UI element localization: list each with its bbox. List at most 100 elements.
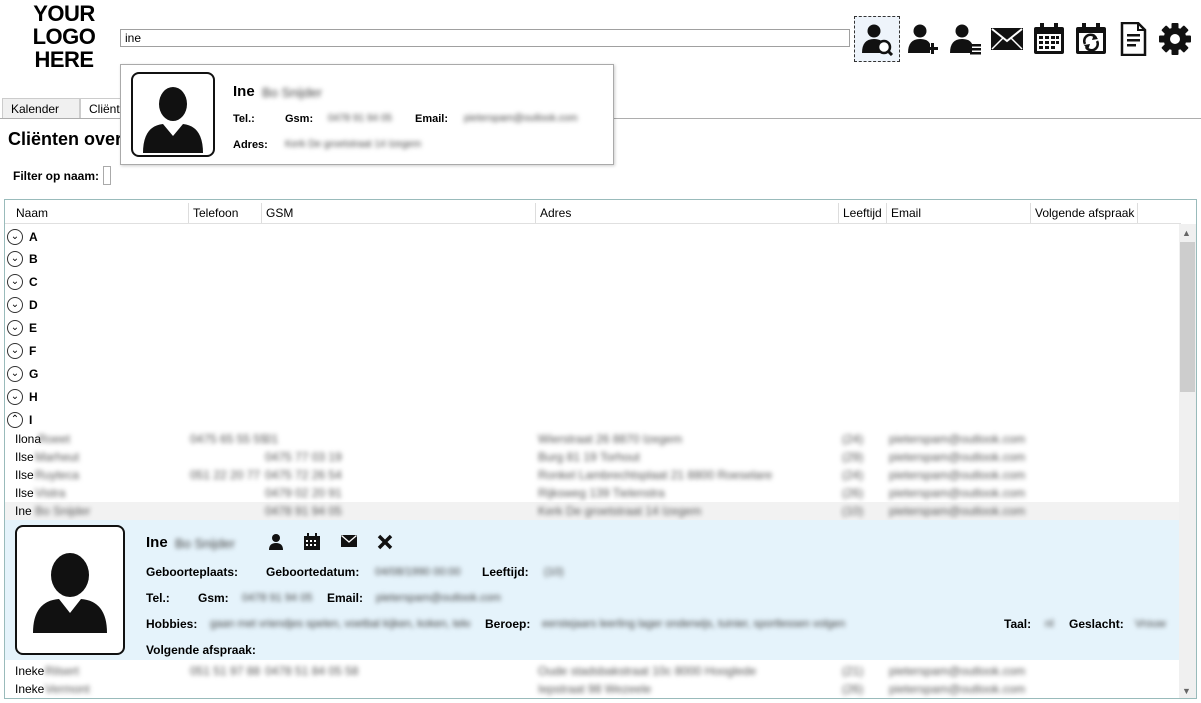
tab-kalender-label: Kalender	[11, 102, 60, 116]
column-email[interactable]: Email	[887, 203, 1031, 223]
cell-first-name: Ineke	[15, 682, 45, 696]
calendar-button[interactable]	[1026, 16, 1072, 62]
table-row[interactable]: Ilona Roeet 0475 65 55 55 01 Wierstraat …	[5, 430, 1181, 448]
label-beroep: Beroep:	[485, 617, 531, 631]
cell-adres: Burg 81 19 Torhout	[538, 450, 640, 464]
popup-last-name: Bo Snijder	[262, 85, 322, 100]
group-letter: D	[29, 298, 38, 312]
cell-last-name: Marheut	[35, 450, 80, 464]
calendar-sync-icon	[1076, 23, 1106, 54]
value-leeftijd: (10)	[544, 566, 564, 578]
label-geboortedatum: Geboortedatum:	[266, 565, 360, 579]
person-icon	[33, 553, 107, 633]
cell-gsm: 0475 72 26 54	[265, 468, 342, 482]
scroll-down-icon[interactable]: ▼	[1182, 686, 1191, 696]
table-row[interactable]: Ineke Vermont Iepstraat 98 Wezeele (26) …	[5, 680, 1181, 698]
group-letter: H	[29, 390, 38, 404]
group-letter: I	[29, 413, 33, 427]
cell-first-name: Ilse	[15, 450, 34, 464]
cell-adres: Ronkel Lambrechtsplaat 21 8800 Roeselare	[538, 468, 773, 482]
value-gsm: 0478 91 94 05	[242, 592, 313, 604]
column-leeftijd[interactable]: Leeftijd	[839, 203, 887, 223]
cell-adres: Rijksweg 139 Tielenstra	[538, 486, 665, 500]
label-leeftijd: Leeftijd:	[482, 565, 529, 579]
cell-last-name: Ruyteca	[35, 468, 80, 482]
tab-kalender[interactable]: Kalender	[2, 98, 80, 118]
close-icon	[377, 534, 393, 550]
cell-leeftijd: (26)	[842, 682, 864, 696]
column-naam[interactable]: Naam	[12, 203, 189, 223]
column-volgende-afspraak[interactable]: Volgende afspraak	[1031, 203, 1138, 223]
avatar	[131, 72, 215, 157]
table-row[interactable]: Ilse Vistra 0479 02 20 91 Rijksweg 139 T…	[5, 484, 1181, 502]
cell-email: pieterspam@outlook.com	[889, 468, 1026, 482]
schedule-appointment-button[interactable]	[303, 533, 321, 554]
cell-last-name: Roeet	[38, 432, 71, 446]
expand-icon[interactable]: ⌄	[7, 343, 23, 359]
column-telefoon[interactable]: Telefoon	[189, 203, 262, 223]
label-hobbies: Hobbies:	[146, 617, 198, 631]
calendar-sync-button[interactable]	[1068, 16, 1114, 62]
cell-telefoon: 051 22 20 77	[190, 468, 261, 482]
value-beroep: eerstejaars leerling lager onderwijs, tu…	[542, 618, 846, 630]
collapse-icon[interactable]: ⌃	[7, 412, 23, 428]
label-geboorteplaats: Geboorteplaats:	[146, 565, 239, 579]
search-client-icon	[862, 24, 894, 56]
group-letter: C	[29, 275, 38, 289]
expand-icon[interactable]: ⌄	[7, 251, 23, 267]
popup-email-label: Email:	[415, 113, 449, 125]
settings-button[interactable]	[1152, 16, 1198, 62]
client-list-button[interactable]	[942, 16, 988, 62]
gear-icon	[1159, 23, 1191, 55]
mail-icon	[991, 28, 1023, 50]
table-row[interactable]: Ineke Rilsert 051 51 97 88 0478 51 84 05…	[5, 662, 1181, 680]
vertical-scrollbar[interactable]: ▲ ▼	[1179, 224, 1196, 698]
expand-icon[interactable]: ⌄	[7, 274, 23, 290]
search-result-popup[interactable]: Ine Bo Snijder Tel.: Gsm: 0478 91 94 05 …	[120, 64, 614, 165]
value-geboortedatum: 04/08/1990 00:00	[375, 566, 461, 578]
table-row[interactable]: Ilse Ruyteca 051 22 20 77 0475 72 26 54 …	[5, 466, 1181, 484]
document-icon	[1120, 22, 1147, 56]
column-gsm[interactable]: GSM	[262, 203, 536, 223]
expand-icon[interactable]: ⌄	[7, 297, 23, 313]
cell-telefoon: 0475 65 55 55	[190, 432, 267, 446]
cell-email: pieterspam@outlook.com	[889, 664, 1026, 678]
column-adres[interactable]: Adres	[536, 203, 839, 223]
filter-label: Filter op naam:	[13, 169, 100, 183]
logo-line-1: YOUR	[33, 1, 95, 26]
cell-email: pieterspam@outlook.com	[889, 682, 1026, 696]
edit-client-button[interactable]	[267, 533, 285, 554]
expand-icon[interactable]: ⌄	[7, 389, 23, 405]
mail-button[interactable]	[984, 16, 1030, 62]
expand-icon[interactable]: ⌄	[7, 320, 23, 336]
send-mail-button[interactable]	[340, 534, 358, 551]
logo-line-3: HERE	[34, 47, 94, 72]
cell-leeftijd: (24)	[842, 468, 864, 482]
cell-adres: Kerk De groetstraat 14 Izegem	[538, 504, 702, 518]
table-row[interactable]: Ilse Marheut 0475 77 03 19 Burg 81 19 To…	[5, 448, 1181, 466]
cell-last-name: Bo Snijder	[35, 504, 91, 518]
cell-leeftijd: (26)	[842, 486, 864, 500]
scrollbar-thumb[interactable]	[1180, 242, 1195, 392]
cell-leeftijd: (24)	[842, 432, 864, 446]
cell-first-name: Ilse	[15, 486, 34, 500]
cell-gsm: 0479 02 20 91	[265, 486, 342, 500]
document-button[interactable]	[1110, 16, 1156, 62]
calendar-icon	[304, 533, 320, 550]
cell-first-name: Ine	[15, 504, 32, 518]
label-tel: Tel.:	[146, 591, 170, 605]
search-input[interactable]	[120, 29, 850, 47]
cell-adres: Iepstraat 98 Wezeele	[538, 682, 652, 696]
expand-icon[interactable]: ⌄	[7, 366, 23, 382]
scroll-up-icon[interactable]: ▲	[1182, 228, 1191, 238]
cell-email: pieterspam@outlook.com	[889, 432, 1026, 446]
expand-icon[interactable]: ⌄	[7, 229, 23, 245]
value-taal: nl	[1045, 618, 1054, 630]
close-detail-button[interactable]	[376, 533, 394, 554]
table-row-selected[interactable]: Ine Bo Snijder 0478 91 94 05 Kerk De gro…	[5, 502, 1181, 520]
row-detail-panel: Ine Bo Snijder Geboorteplaats: Geboorted…	[5, 520, 1181, 660]
filter-input[interactable]	[103, 166, 111, 185]
cell-first-name: Ilse	[15, 468, 34, 482]
add-client-button[interactable]	[900, 16, 946, 62]
search-client-button[interactable]	[854, 16, 900, 62]
